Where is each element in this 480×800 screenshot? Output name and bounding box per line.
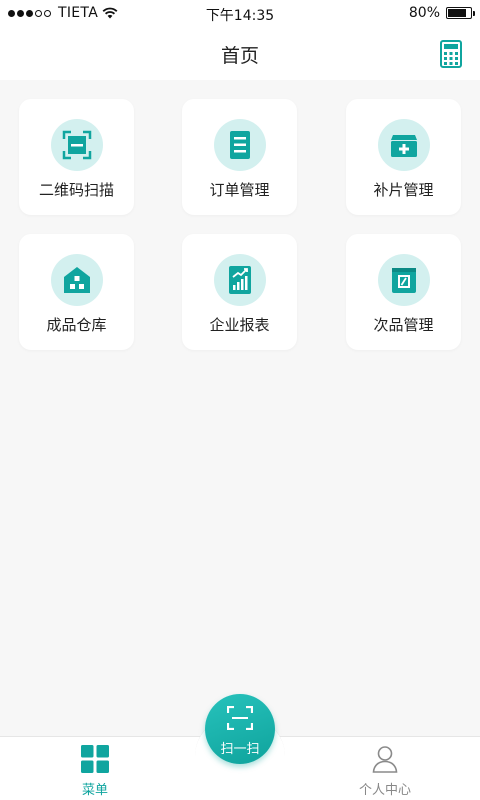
menu-defect-management[interactable]: 次品管理 [346,234,461,350]
battery-status: 80% [408,5,475,21]
battery-level [448,9,466,17]
menu-label: 企业报表 [209,316,270,334]
menu-label: 成品仓库 [46,316,107,334]
menu-icon-bg [214,254,266,306]
menu-order-management[interactable]: 订单管理 [182,99,297,215]
warehouse-icon [64,267,90,293]
status-bar: TIETA 下午14:35 80% [0,0,480,28]
menu-icon-bg [378,119,430,171]
qr-scan-icon [62,130,92,160]
report-chart-icon [229,266,251,294]
battery-percent: 80% [408,5,440,21]
menu-label: 次品管理 [373,316,434,334]
battery-icon [446,7,475,19]
defect-box-icon [392,268,416,293]
scan-button[interactable]: 扫一扫 [205,694,275,764]
menu-finished-warehouse[interactable]: 成品仓库 [19,234,134,350]
scan-icon [227,706,253,730]
tab-profile-label: 个人中心 [358,783,411,798]
scan-label: 扫一扫 [220,742,260,757]
menu-icon-bg [378,254,430,306]
menu-icon-bg [51,254,103,306]
calculator-icon[interactable] [440,40,462,68]
nav-bar: 首页 [0,28,480,80]
medical-box-icon [391,135,417,157]
menu-label: 二维码扫描 [38,181,114,199]
tab-menu[interactable]: 菜单 [35,737,155,800]
menu-label: 订单管理 [209,181,270,199]
grid-menu-icon [81,745,109,773]
menu-enterprise-report[interactable]: 企业报表 [182,234,297,350]
tab-menu-label: 菜单 [81,783,108,798]
user-icon [372,746,398,773]
menu-qr-scan[interactable]: 二维码扫描 [19,99,134,215]
menu-icon-bg [51,119,103,171]
menu-label: 补片管理 [373,181,434,199]
order-list-icon [230,131,250,159]
tab-profile[interactable]: 个人中心 [325,737,445,800]
page-title: 首页 [220,45,259,67]
menu-patch-management[interactable]: 补片管理 [346,99,461,215]
menu-icon-bg [214,119,266,171]
